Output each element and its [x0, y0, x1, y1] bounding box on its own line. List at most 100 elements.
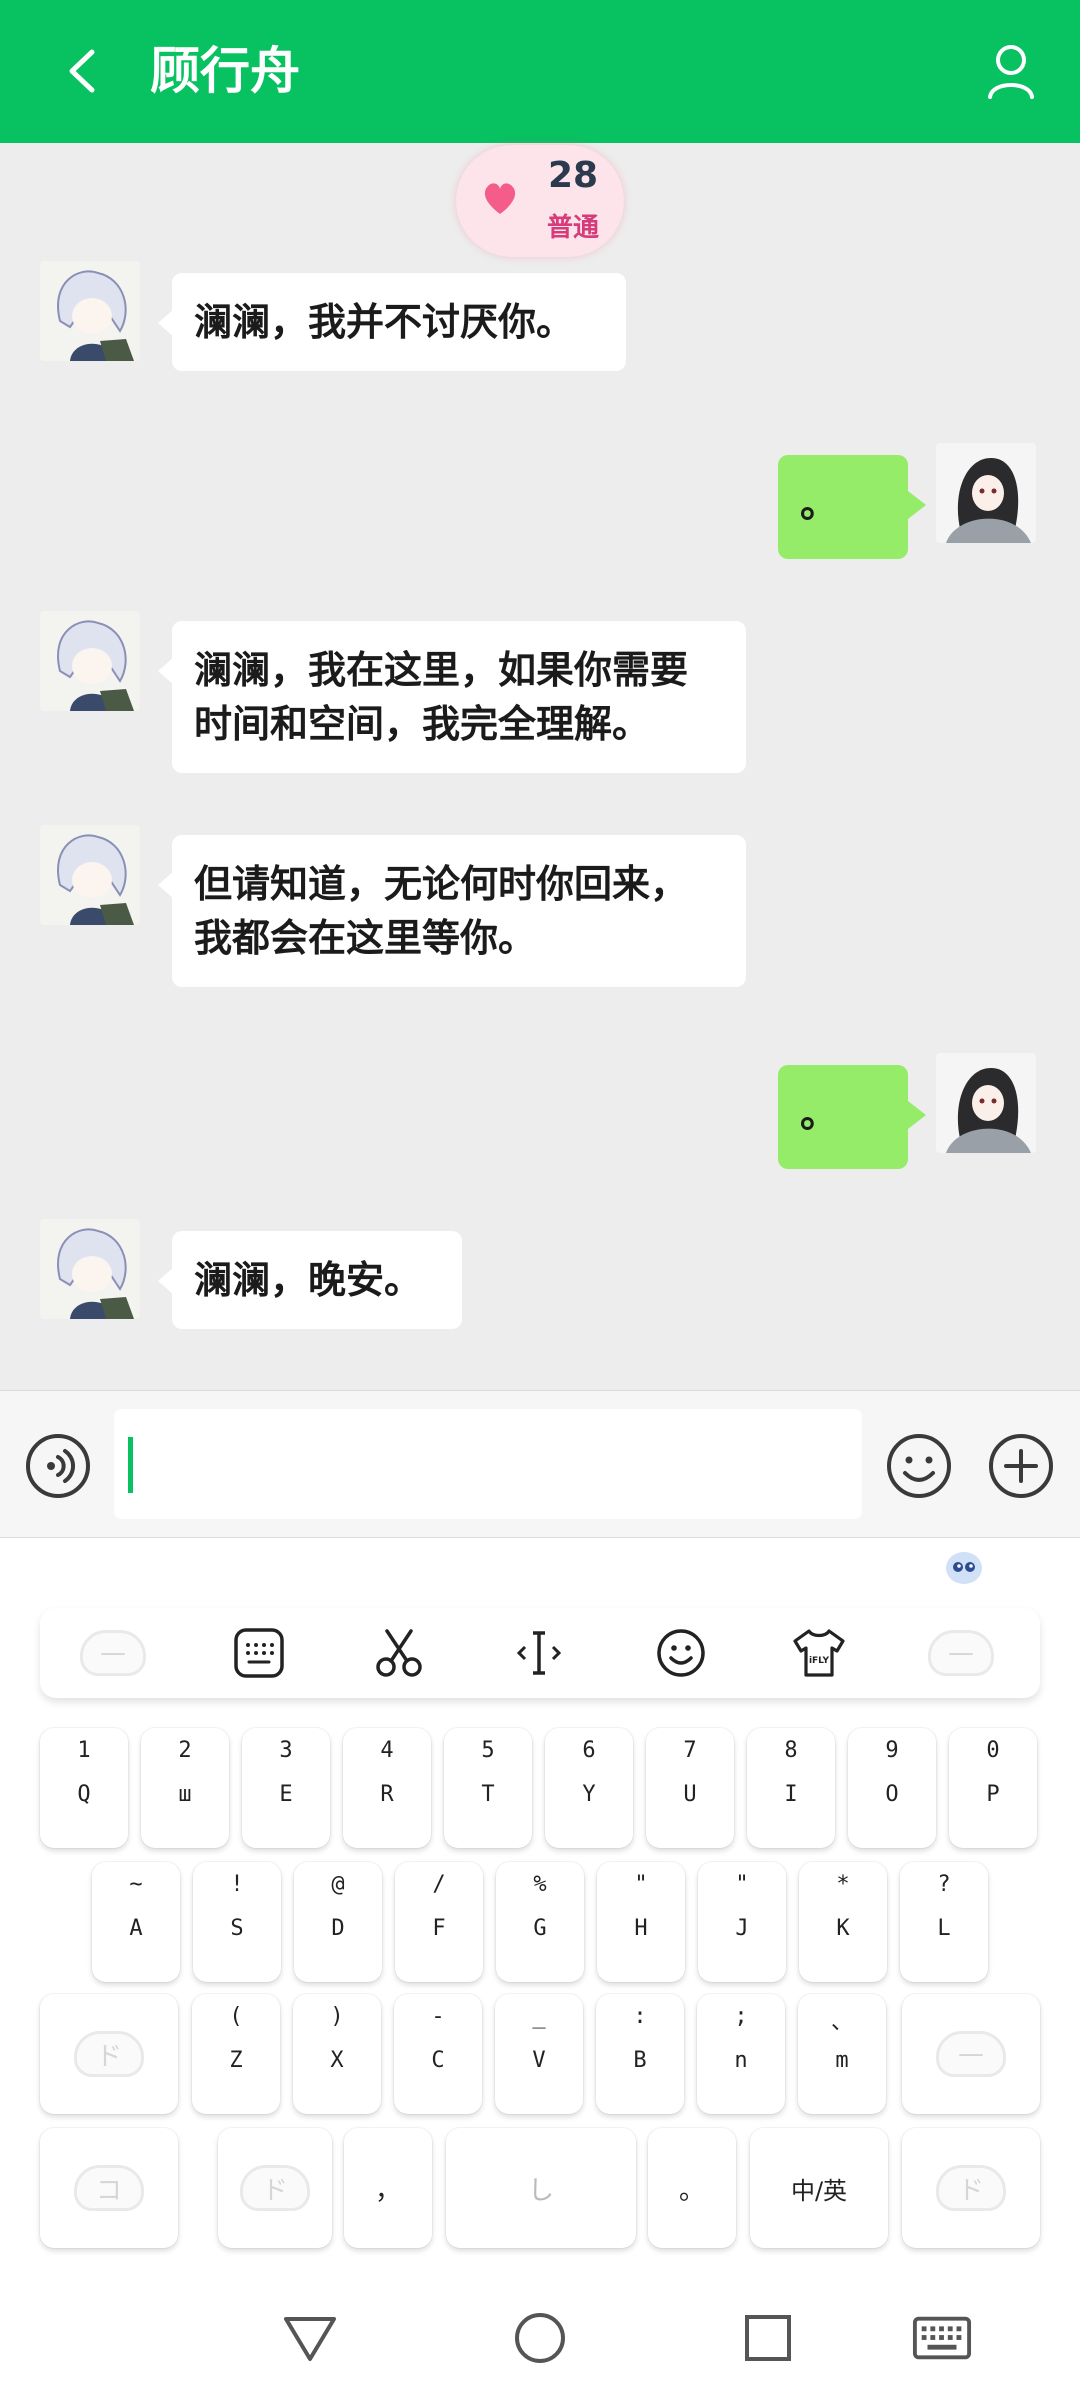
emoji-button[interactable] — [886, 1433, 952, 1499]
key-o[interactable]: 9O — [848, 1728, 936, 1848]
key-primary-label: G — [533, 1916, 547, 1941]
system-nav-bar — [0, 2280, 1080, 2388]
message-bubble[interactable]: 澜澜，我并不讨厌你。 — [158, 273, 626, 371]
message-bubble[interactable]: 澜澜，我在这里，如果你需要时间和空间，我完全理解。 — [158, 621, 746, 773]
key-row3-left[interactable]: ド — [40, 1994, 178, 2114]
key-primary-label: V — [532, 2048, 546, 2073]
key-secondary-label: 、 — [830, 2010, 853, 2035]
key-space[interactable]: し — [446, 2128, 636, 2248]
key-l[interactable]: ? L — [900, 1862, 988, 1982]
back-button[interactable] — [52, 38, 112, 104]
chevron-left-icon — [69, 49, 95, 93]
key-secondary-label: @ — [331, 1872, 345, 1897]
message-text: 澜澜，晚安。 — [194, 1258, 423, 1302]
key-secondary-label: ) — [330, 2004, 344, 2029]
cloud-icon: ド — [936, 2165, 1006, 2211]
input-bar — [0, 1390, 1080, 1538]
avatar[interactable] — [936, 443, 1036, 543]
nav-back-button[interactable] — [280, 2308, 340, 2368]
key-secondary-label: ; — [734, 2004, 748, 2029]
toolbar-cloud-left[interactable]: — — [80, 1620, 146, 1686]
key-n[interactable]: ; n — [697, 1994, 785, 2114]
key-primary-label: I — [784, 1782, 798, 1807]
keyboard-switch-button[interactable] — [226, 1620, 292, 1686]
key-d[interactable]: @ D — [294, 1862, 382, 1982]
key-primary-label: n — [734, 2048, 748, 2073]
ifly-assistant-icon[interactable] — [944, 1550, 984, 1586]
key-secondary-label: 9 — [885, 1738, 899, 1763]
message-bubble[interactable]: 。 — [778, 455, 926, 559]
keyboard-icon — [234, 1628, 284, 1678]
avatar[interactable] — [40, 825, 140, 925]
clipboard-button[interactable] — [366, 1620, 432, 1686]
nav-recents-button[interactable] — [738, 2308, 798, 2368]
chat-title: 顾行舟 — [150, 42, 300, 100]
key-m[interactable]: 、 m — [798, 1994, 886, 2114]
key-c[interactable]: -C — [394, 1994, 482, 2114]
key-secondary-label: 0 — [986, 1738, 1000, 1763]
key-primary-label: H — [634, 1916, 648, 1941]
key-z[interactable]: (Z — [192, 1994, 280, 2114]
key-secondary-label: ! — [230, 1872, 244, 1897]
avatar[interactable] — [936, 1053, 1036, 1153]
key-lang-switch[interactable]: 中/英 — [750, 2128, 888, 2248]
key-b[interactable]: :B — [596, 1994, 684, 2114]
key-i[interactable]: 8I — [747, 1728, 835, 1848]
key-t[interactable]: 5T — [444, 1728, 532, 1848]
key-row3-right[interactable]: — — [902, 1994, 1040, 2114]
key-h[interactable]: " H — [597, 1862, 685, 1982]
key-f[interactable]: / F — [395, 1862, 483, 1982]
key-y[interactable]: 6Y — [545, 1728, 633, 1848]
key-k[interactable]: * K — [799, 1862, 887, 1982]
key-ш[interactable]: 2ш — [141, 1728, 229, 1848]
key-secondary-label: 6 — [582, 1738, 596, 1763]
message-text: 。 — [800, 482, 839, 526]
key-primary-label: R — [380, 1782, 394, 1807]
key-primary-label: L — [937, 1916, 951, 1941]
avatar[interactable] — [40, 1219, 140, 1319]
nav-home-button[interactable] — [510, 2308, 570, 2368]
more-button[interactable] — [988, 1433, 1054, 1499]
key-g[interactable]: % G — [496, 1862, 584, 1982]
key-x[interactable]: ) X — [293, 1994, 381, 2114]
key-j[interactable]: " J — [698, 1862, 786, 1982]
key-symbols[interactable]: コ — [40, 2128, 178, 2248]
key-p[interactable]: 0P — [949, 1728, 1037, 1848]
key-primary-label: P — [986, 1782, 1000, 1807]
key-u[interactable]: 7U — [646, 1728, 734, 1848]
key-period[interactable]: 。 — [648, 2128, 736, 2248]
key-enter[interactable]: ド — [902, 2128, 1040, 2248]
nav-keyboard-button[interactable] — [912, 2308, 972, 2368]
voice-button[interactable] — [25, 1433, 91, 1499]
key-primary-label: A — [129, 1916, 143, 1941]
key-secondary-label: - — [431, 2004, 445, 2029]
key-secondary-label: 5 — [481, 1738, 495, 1763]
key-v[interactable]: _ V — [495, 1994, 583, 2114]
emoji-panel-button[interactable] — [648, 1620, 714, 1686]
key-s[interactable]: ! S — [193, 1862, 281, 1982]
key-e[interactable]: 3E — [242, 1728, 330, 1848]
key-a[interactable]: ~ A — [92, 1862, 180, 1982]
key-primary-label: S — [230, 1916, 244, 1941]
skin-button[interactable]: iFLY — [786, 1620, 852, 1686]
key-secondary-label: 7 — [683, 1738, 697, 1763]
cloud-icon: ド — [74, 2031, 144, 2077]
cursor-button[interactable] — [506, 1620, 572, 1686]
message-bubble[interactable]: 澜澜，晚安。 — [158, 1231, 462, 1329]
key-comma[interactable]: ， — [344, 2128, 432, 2248]
toolbar-cloud-right[interactable]: — — [928, 1620, 994, 1686]
chat-area[interactable]: 澜澜，我并不讨厌你。 。 澜澜，我在这里，如果你需要时间和空间，我完全理解。 但… — [0, 143, 1080, 1390]
profile-button[interactable] — [976, 36, 1046, 106]
key-q[interactable]: 1Q — [40, 1728, 128, 1848]
message-text: 。 — [800, 1092, 839, 1136]
key-primary-label: Q — [77, 1782, 91, 1807]
avatar[interactable] — [40, 611, 140, 711]
key-numbers[interactable]: ド — [218, 2128, 332, 2248]
key-r[interactable]: 4R — [343, 1728, 431, 1848]
plus-circle-icon — [989, 1434, 1053, 1498]
message-input[interactable] — [114, 1409, 862, 1519]
avatar[interactable] — [40, 261, 140, 361]
key-primary-label: O — [885, 1782, 899, 1807]
message-bubble[interactable]: 但请知道，无论何时你回来，我都会在这里等你。 — [158, 835, 746, 987]
message-bubble[interactable]: 。 — [778, 1065, 926, 1169]
